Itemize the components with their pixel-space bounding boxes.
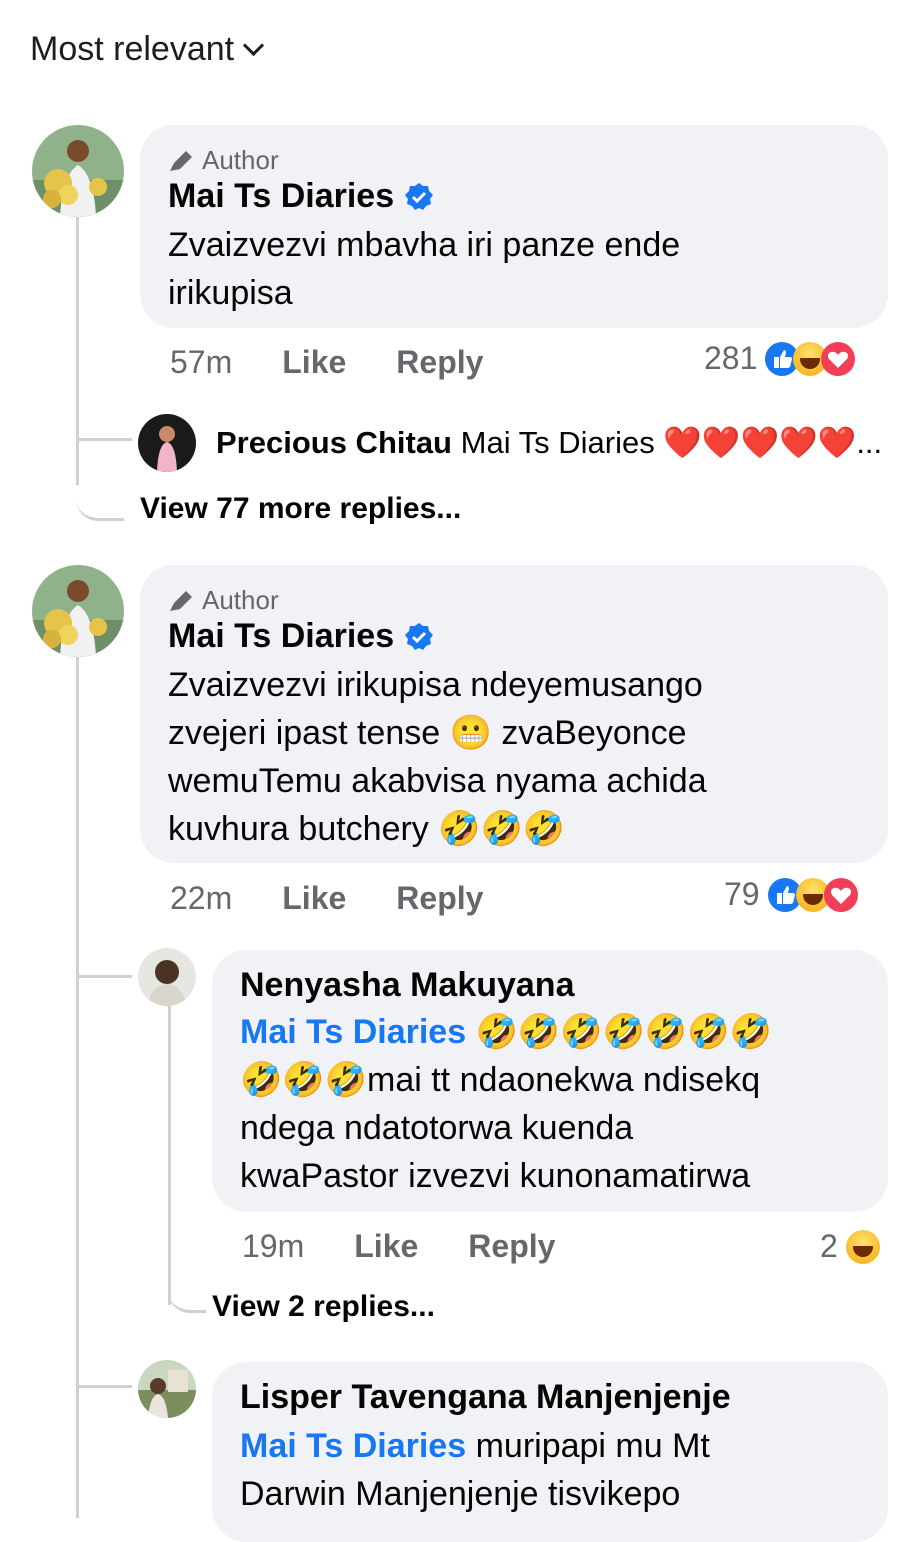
reply-bubble: Lisper Tavengana Manjenjenje Mai Ts Diar…: [212, 1362, 888, 1542]
comment-text-line: irikupisa: [168, 274, 293, 312]
avatar-photo-icon: [138, 1360, 196, 1418]
comment-text-line: Zvaizvezvi irikupisa ndeyemusango: [168, 666, 703, 704]
mention-link[interactable]: Mai Ts Diaries: [240, 1013, 466, 1051]
author-tag-label: Author: [202, 145, 279, 175]
thread-connector: [76, 400, 135, 440]
love-reaction-icon: [821, 341, 856, 376]
comment-text-line: wemuTemu akabvisa nyama achida: [168, 762, 707, 800]
chevron-down-icon: [242, 34, 265, 57]
avatar-photo-icon: [138, 948, 196, 1006]
comment-bubble: Author Mai Ts Diaries Zvaizvezvi mbavha …: [140, 125, 888, 328]
comment-text: Zvaizvezvi mbavha iri panze ende irikupi…: [168, 221, 680, 317]
reply-actions: 19m Like Reply: [242, 1228, 555, 1265]
commenter-name-text: Mai Ts Diaries: [168, 177, 395, 215]
commenter-name-text: Mai Ts Diaries: [168, 617, 395, 655]
verified-badge-icon: [405, 622, 434, 650]
reaction-summary[interactable]: 79: [724, 876, 858, 913]
avatar-photo-icon: [32, 565, 124, 657]
like-button[interactable]: Like: [282, 344, 346, 381]
reply-text: Mai Ts Diaries muripapi mu Mt Darwin Man…: [240, 1422, 710, 1518]
thread-line: [168, 1005, 171, 1305]
reply-preview-text: Mai Ts Diaries ❤️❤️❤️❤️❤️...: [460, 425, 883, 460]
reply-text-line: Mai Ts Diaries 🤣🤣🤣🤣🤣🤣🤣: [240, 1008, 772, 1056]
reply-text-segment: 🤣🤣🤣🤣🤣🤣🤣: [466, 1013, 772, 1051]
comment-text: Zvaizvezvi irikupisa ndeyemusango zvejer…: [168, 661, 707, 853]
reply-timestamp[interactable]: 19m: [242, 1228, 304, 1265]
comment-actions: 22m Like Reply: [170, 880, 483, 917]
thread-connector: [76, 1385, 132, 1388]
reply-text-line: kwaPastor izvezvi kunonamatirwa: [240, 1157, 751, 1195]
thread-connector: [76, 470, 124, 521]
commenter-name[interactable]: Mai Ts Diaries: [168, 617, 434, 656]
reaction-summary[interactable]: 281: [704, 340, 856, 377]
avatar[interactable]: [138, 414, 196, 472]
reply-text-line: ndega ndatotorwa kuenda: [240, 1109, 634, 1147]
reaction-count: 2: [820, 1228, 838, 1264]
reaction-count: 281: [704, 340, 758, 376]
thread-connector: [168, 1270, 206, 1313]
comment-text-line: zvejeri ipast tense 😬 zvaBeyonce: [168, 714, 687, 752]
sort-dropdown[interactable]: Most relevant: [30, 30, 265, 69]
reaction-count: 79: [724, 876, 760, 912]
avatar[interactable]: [138, 948, 196, 1006]
haha-reaction-icon: [845, 1229, 880, 1264]
thread-line: [76, 655, 79, 1518]
author-badge: Author: [168, 585, 279, 616]
sort-label: Most relevant: [30, 30, 235, 68]
commenter-name[interactable]: Lisper Tavengana Manjenjenje: [240, 1378, 731, 1417]
view-more-replies-link[interactable]: View 77 more replies...: [140, 492, 461, 526]
commenter-name[interactable]: Nenyasha Makuyana: [240, 966, 575, 1005]
like-button[interactable]: Like: [282, 880, 346, 917]
mention-link[interactable]: Mai Ts Diaries: [240, 1427, 466, 1465]
pencil-icon: [170, 150, 192, 171]
reaction-summary[interactable]: 2: [820, 1228, 880, 1265]
comment-timestamp[interactable]: 22m: [170, 880, 232, 917]
avatar[interactable]: [138, 1360, 196, 1418]
comment-timestamp[interactable]: 57m: [170, 344, 232, 381]
reply-text-line: 🤣🤣🤣mai tt ndaonekwa ndisekq: [240, 1061, 761, 1099]
thread-connector: [76, 975, 132, 978]
reply-text-line: Darwin Manjenjenje tisvikepo: [240, 1475, 681, 1513]
reply-button[interactable]: Reply: [468, 1228, 555, 1265]
author-badge: Author: [168, 145, 279, 176]
love-reaction-icon: [823, 877, 858, 912]
reply-button[interactable]: Reply: [396, 880, 483, 917]
thread-connector: [76, 438, 132, 441]
reply-preview-name: Precious Chitau: [216, 425, 452, 460]
commenter-name[interactable]: Mai Ts Diaries: [168, 177, 434, 216]
avatar-photo-icon: [138, 414, 196, 472]
comment-actions: 57m Like Reply: [170, 344, 483, 381]
avatar[interactable]: [32, 565, 124, 657]
pencil-icon: [170, 590, 192, 611]
comment-bubble: Author Mai Ts Diaries Zvaizvezvi irikupi…: [140, 565, 888, 863]
author-tag-label: Author: [202, 585, 279, 615]
reply-bubble: Nenyasha Makuyana Mai Ts Diaries 🤣🤣🤣🤣🤣🤣🤣…: [212, 950, 888, 1212]
verified-badge-icon: [405, 182, 434, 210]
like-button[interactable]: Like: [354, 1228, 418, 1265]
reply-text-line: Mai Ts Diaries muripapi mu Mt: [240, 1422, 710, 1470]
reply-preview[interactable]: Precious Chitau Mai Ts Diaries ❤️❤️❤️❤️❤…: [216, 424, 882, 461]
thread-line: [76, 215, 79, 485]
comment-text-line: kuvhura butchery 🤣🤣🤣: [168, 810, 566, 848]
reply-text-segment: muripapi mu Mt: [466, 1427, 710, 1465]
avatar-photo-icon: [32, 125, 124, 217]
reply-text: Mai Ts Diaries 🤣🤣🤣🤣🤣🤣🤣 🤣🤣🤣mai tt ndaonek…: [240, 1008, 772, 1200]
comment-text-line: Zvaizvezvi mbavha iri panze ende: [168, 226, 681, 264]
reply-button[interactable]: Reply: [396, 344, 483, 381]
view-more-replies-link[interactable]: View 2 replies...: [212, 1290, 435, 1324]
avatar[interactable]: [32, 125, 124, 217]
